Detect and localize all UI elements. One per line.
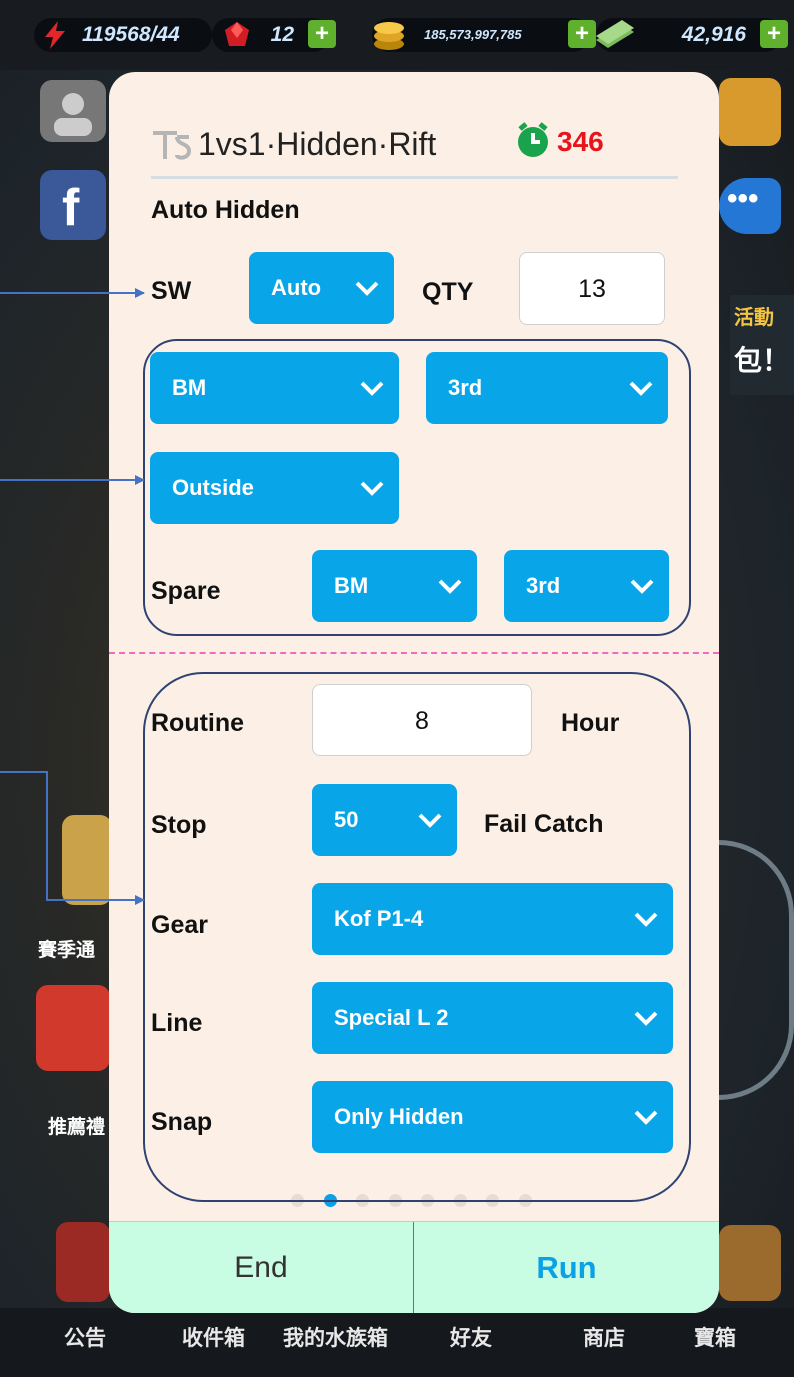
gear-annotation-arrow — [0, 771, 145, 905]
annotation-arrows — [0, 288, 145, 905]
